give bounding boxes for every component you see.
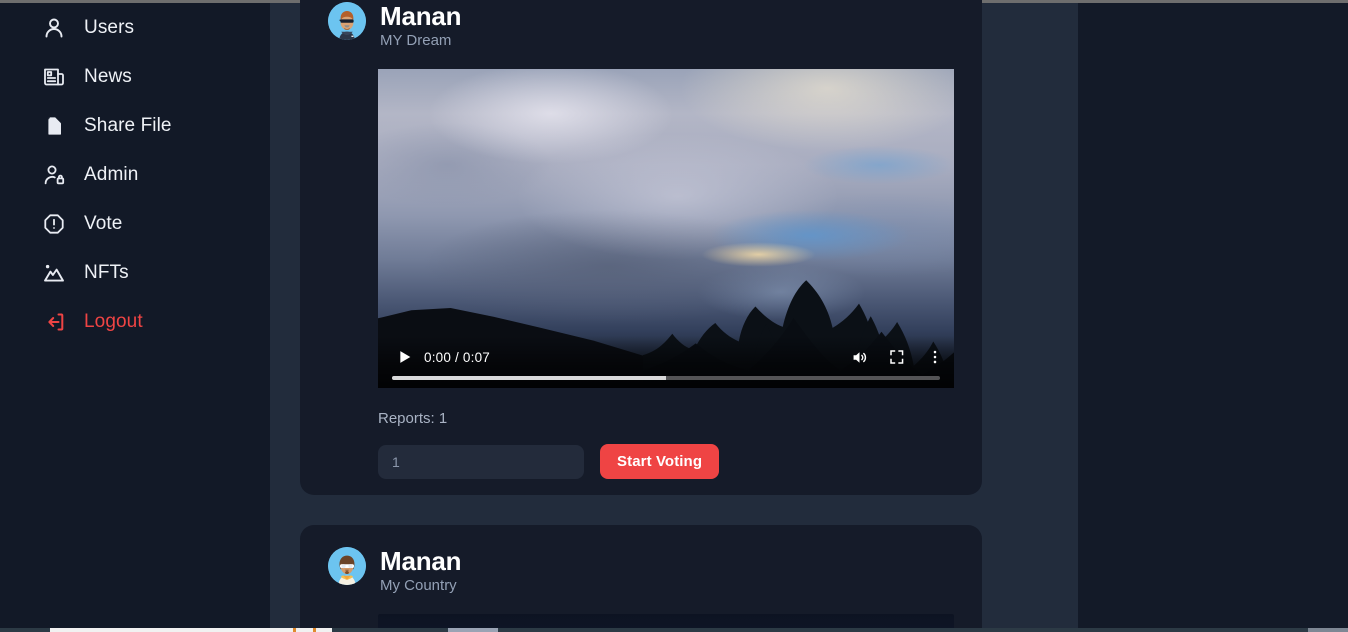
sidebar-item-news[interactable]: News — [0, 52, 270, 101]
vote-controls: Start Voting — [378, 444, 982, 480]
sidebar-item-label: NFTs — [84, 262, 129, 283]
taskbar-window-preview[interactable] — [50, 628, 332, 632]
app-root: Users News Share File Admin Vote NFTs Lo… — [0, 0, 1348, 632]
alert-octagon-icon — [42, 212, 66, 236]
taskbar-accent-mark — [293, 628, 296, 632]
user-icon — [42, 16, 66, 40]
sidebar-item-logout[interactable]: Logout — [0, 297, 270, 346]
sidebar-item-label: News — [84, 66, 132, 87]
post-caption: My Country — [380, 577, 457, 595]
taskbar-tray[interactable] — [1308, 628, 1348, 632]
sidebar-item-label: Admin — [84, 164, 139, 185]
post-header: Manan My Country — [300, 525, 982, 595]
avatar-woman-sunglasses-icon — [328, 547, 366, 585]
video-frame-blue-sky-patch-2 — [804, 145, 954, 185]
fullscreen-button[interactable] — [878, 344, 916, 370]
post-author: Manan — [380, 1, 462, 31]
sidebar-item-users[interactable]: Users — [0, 3, 270, 52]
right-background — [1078, 3, 1348, 629]
sidebar-item-vote[interactable]: Vote — [0, 199, 270, 248]
video-progress-buffered — [392, 376, 666, 381]
video-progress-bar[interactable] — [392, 376, 940, 381]
more-options-button[interactable] — [916, 344, 954, 370]
logout-icon — [42, 310, 66, 334]
post-card: Manan MY Dream 0:00 / 0:07 Reports: 1 1 … — [300, 0, 982, 495]
vote-input[interactable] — [378, 444, 584, 479]
taskbar-accent-mark — [313, 628, 316, 632]
post-card: Manan My Country — [300, 525, 982, 632]
video-controls-bar: 0:00 / 0:07 — [378, 336, 954, 389]
reports-count: Reports: 1 — [378, 410, 448, 428]
post-meta: Manan My Country — [380, 546, 462, 595]
video-controls-row: 0:00 / 0:07 — [378, 344, 954, 370]
sidebar-item-admin[interactable]: Admin — [0, 150, 270, 199]
start-voting-button[interactable]: Start Voting — [600, 444, 720, 480]
sidebar-item-label: Vote — [84, 213, 123, 234]
avatar-man-sunglasses-icon — [328, 2, 366, 40]
video-time-display: 0:00 / 0:07 — [424, 349, 491, 365]
sidebar-item-label: Logout — [84, 311, 143, 332]
sidebar: Users News Share File Admin Vote NFTs Lo… — [0, 3, 270, 629]
post-author: Manan — [380, 546, 462, 576]
sidebar-item-nfts[interactable]: NFTs — [0, 248, 270, 297]
sidebar-item-label: Share File — [84, 115, 172, 136]
play-button[interactable] — [388, 344, 422, 370]
post-header: Manan MY Dream — [300, 0, 982, 50]
newspaper-icon — [42, 65, 66, 89]
os-taskbar — [0, 628, 1348, 632]
taskbar-item[interactable] — [448, 628, 498, 632]
user-lock-icon — [42, 163, 66, 187]
avatar[interactable] — [328, 547, 366, 585]
avatar[interactable] — [328, 2, 366, 40]
sidebar-item-share-file[interactable]: Share File — [0, 101, 270, 150]
volume-button[interactable] — [840, 344, 878, 370]
post-video-player[interactable]: 0:00 / 0:07 — [378, 69, 954, 389]
post-caption: MY Dream — [380, 32, 452, 50]
sidebar-item-label: Users — [84, 17, 135, 38]
post-meta: Manan MY Dream — [380, 1, 462, 50]
image-icon — [42, 261, 66, 285]
file-icon — [42, 114, 66, 138]
